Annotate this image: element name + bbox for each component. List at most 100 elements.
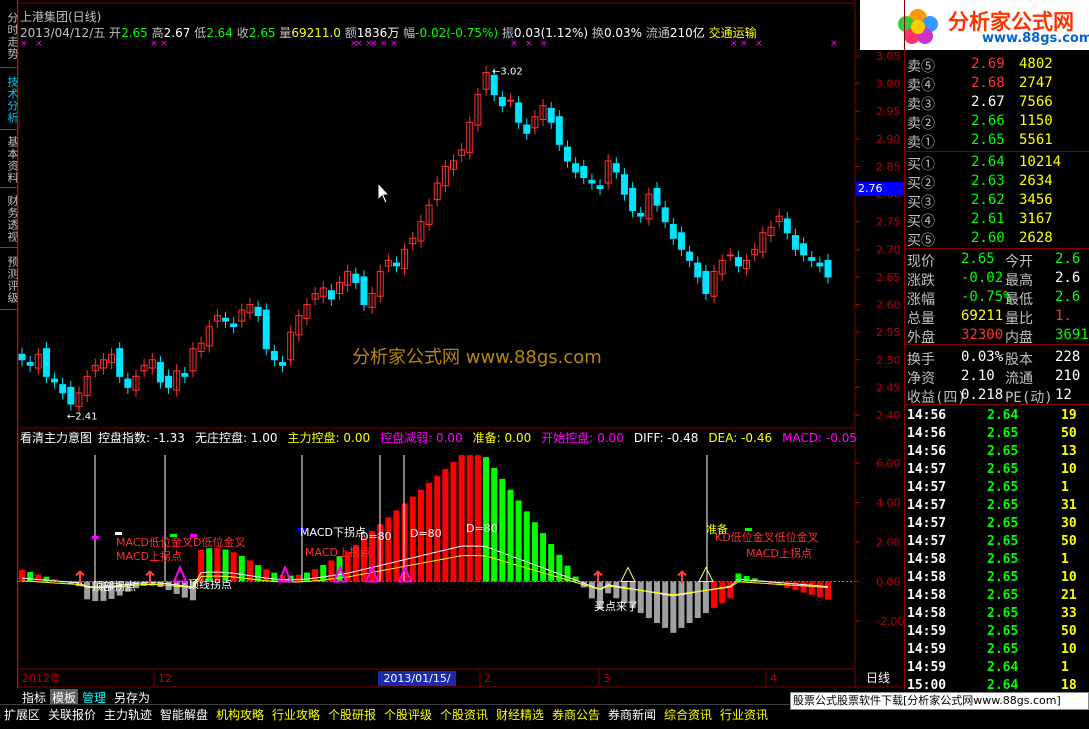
- nav-tab-11[interactable]: 券商新闻: [608, 706, 656, 723]
- nav-tab-7[interactable]: 个股评级: [384, 706, 432, 723]
- nav-tab-2[interactable]: 主力轨迹: [104, 706, 152, 723]
- header-open-label: 开: [109, 26, 122, 40]
- macd-bar: [686, 581, 693, 623]
- stat-label: 总量: [907, 311, 935, 327]
- tick-price: 2.65: [987, 624, 1019, 639]
- candle-body: [262, 309, 270, 350]
- x-axis-label: 2012年: [22, 671, 61, 685]
- candle-body: [124, 378, 132, 388]
- order-price: 2.67: [971, 94, 1005, 110]
- tick-time: 14:57: [907, 462, 947, 477]
- header-open: 2.65: [121, 26, 148, 40]
- macd-bar: [678, 581, 685, 628]
- selected-date[interactable]: 2013/01/15/二: [378, 671, 456, 700]
- tick-row: 14:57 2.65 1: [905, 479, 1089, 497]
- tick-volume: 18: [1061, 678, 1077, 693]
- candle-body: [661, 207, 669, 223]
- macd-bar: [816, 581, 823, 598]
- nav-tab-13[interactable]: 行业资讯: [720, 706, 768, 723]
- stat-value: 69211: [961, 308, 1004, 324]
- chart-annotation: D=80: [410, 527, 442, 540]
- period-label: 日线: [866, 671, 890, 685]
- order-level-label: 卖⑤: [907, 59, 935, 75]
- order-level-label: 买⑤: [907, 233, 935, 249]
- order-price: 2.63: [971, 173, 1005, 189]
- tick-row: 14:58 2.65 1: [905, 551, 1089, 569]
- indicator-axis-label: 6.00: [876, 457, 901, 470]
- signal-flag: [92, 536, 99, 539]
- indicator-item-8: MACD: -0.05: [782, 431, 858, 445]
- nav-tab-6[interactable]: 个股研报: [328, 706, 376, 723]
- tick-price: 2.65: [987, 462, 1019, 477]
- stat-row: 涨跌 -0.02 最高 2.6: [905, 269, 1089, 289]
- macd-bar: [84, 581, 91, 600]
- stat-value: 2.6: [1055, 270, 1081, 286]
- tick-price: 2.64: [987, 660, 1019, 675]
- candle-body: [555, 116, 563, 145]
- header-turn-label: 换: [591, 26, 604, 40]
- nav-tab-10[interactable]: 券商公告: [552, 706, 600, 723]
- candle-body: [165, 375, 173, 388]
- order-volume: 3167: [1019, 211, 1053, 227]
- candle-body: [222, 317, 230, 322]
- tick-volume: 50: [1061, 426, 1077, 441]
- chart-annotation: 买点来了: [594, 600, 638, 613]
- indicator-item-0: 控盘指数: -1.33: [98, 431, 185, 445]
- macd-bar: [540, 533, 547, 582]
- tick-volume: 10: [1061, 462, 1077, 477]
- tick-volume: 31: [1061, 498, 1077, 513]
- nav-tab-1[interactable]: 关联报价: [48, 706, 96, 723]
- candle-body: [230, 323, 238, 328]
- order-book-row: 买④ 2.61 3167: [905, 210, 1089, 230]
- nav-tab-3[interactable]: 智能解盘: [160, 706, 208, 723]
- nav-tab-4[interactable]: 机构攻略: [216, 706, 264, 723]
- tick-price: 2.65: [987, 588, 1019, 603]
- x-axis-label: 12: [158, 672, 172, 685]
- stat-value: 0.218: [961, 387, 1004, 403]
- candle-body: [824, 259, 832, 278]
- stat-label: 流通: [1005, 371, 1033, 387]
- chart-annotation: 顶线拐点: [188, 577, 232, 591]
- price-axis-label: 2.45: [876, 381, 901, 394]
- price-axis-label: 3.00: [876, 78, 901, 91]
- stat-value: -0.02: [961, 270, 1004, 286]
- stat-row: 换手 0.03% 股本 228: [905, 348, 1089, 368]
- nav-tab-12[interactable]: 综合资讯: [664, 706, 712, 723]
- candle-body: [181, 373, 189, 377]
- download-banner[interactable]: 股票公式股票软件下载[分析家公式网www.88gs.com]: [790, 692, 1089, 710]
- macd-bar: [588, 581, 595, 599]
- header-vol: 69211.0: [291, 26, 341, 40]
- header-high-label: 高: [151, 26, 164, 40]
- header-amt-label: 额: [344, 26, 357, 40]
- header-amp: 0.03(1.12%): [513, 26, 589, 40]
- nav-tab-0[interactable]: 扩展区: [4, 706, 40, 723]
- candle-body: [726, 254, 734, 257]
- stat-value: 2.6: [1055, 251, 1081, 267]
- price-axis-label: 2.75: [876, 216, 901, 229]
- macd-bar: [662, 581, 669, 628]
- order-book-row: 买① 2.64 10214: [905, 153, 1089, 173]
- tick-time: 14:57: [907, 480, 947, 495]
- indicator-item-4: 准备: 0.00: [472, 431, 532, 445]
- order-level-label: 买①: [907, 157, 935, 173]
- candle-body: [620, 174, 628, 195]
- signal-flag: [115, 532, 122, 535]
- stat-label: 股本: [1005, 352, 1033, 368]
- candle-body: [515, 102, 523, 123]
- order-level-label: 卖④: [907, 78, 935, 94]
- macd-bar: [694, 581, 701, 619]
- nav-tab-8[interactable]: 个股资讯: [440, 706, 488, 723]
- nav-tab-5[interactable]: 行业攻略: [272, 706, 320, 723]
- nav-tab-9[interactable]: 财经精选: [496, 706, 544, 723]
- header-high: 2.67: [163, 26, 191, 40]
- price-axis-label: 2.65: [876, 271, 901, 284]
- stat-label: 量比: [1005, 311, 1033, 327]
- stat-value: 210: [1055, 368, 1081, 384]
- indicator-axis-label: -2.00: [876, 615, 904, 628]
- indicator-name: 看清主力意图: [20, 431, 93, 445]
- order-book-row: 卖④ 2.68 2747: [905, 74, 1089, 94]
- tick-row: 14:58 2.65 33: [905, 605, 1089, 623]
- tick-price: 2.65: [987, 444, 1019, 459]
- tick-price: 2.65: [987, 642, 1019, 657]
- order-volume: 2628: [1019, 230, 1053, 246]
